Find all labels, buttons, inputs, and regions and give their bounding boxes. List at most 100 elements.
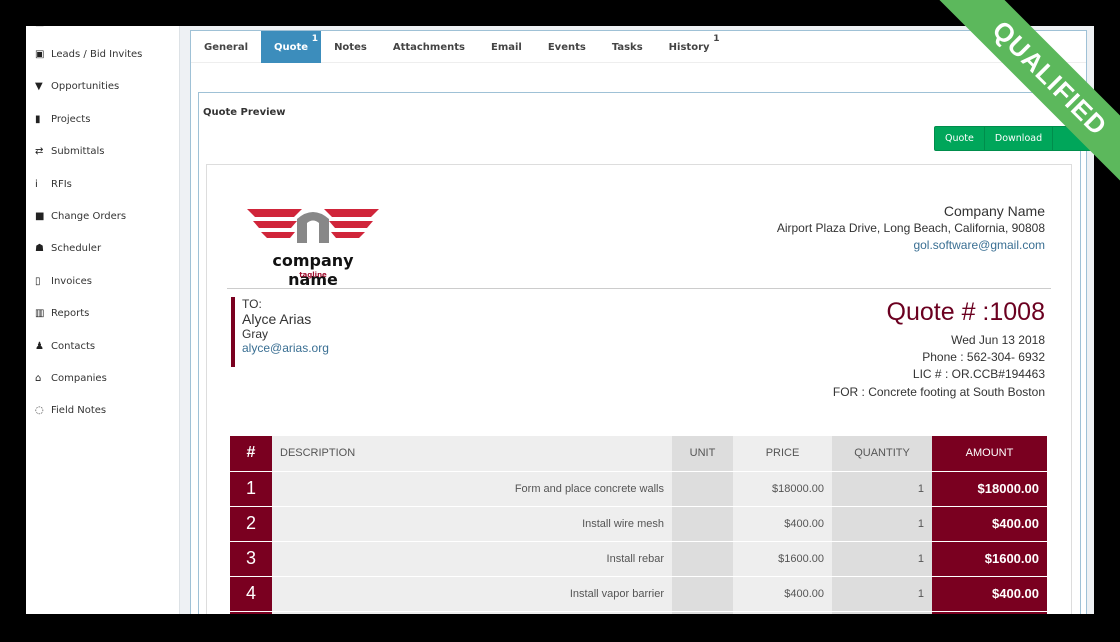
table-cell: Install vapor barrier	[272, 576, 672, 612]
table-cell: 1	[230, 471, 272, 507]
column-header: DESCRIPTION	[272, 436, 672, 472]
quote-license: LIC # : OR.CCB#194463	[912, 367, 1045, 381]
sidebar-item-label: RFIs	[51, 178, 72, 190]
sidebar-item-label: Scheduler	[51, 243, 102, 255]
sidebar-item-rfis[interactable]: i RFIs	[35, 175, 72, 193]
logo-tagline: tagline	[299, 271, 327, 279]
panel-title: Quote Preview	[203, 107, 286, 118]
sidebar-item-change-orders[interactable]: ■ Change Orders	[35, 207, 126, 225]
tab-badge: 1	[311, 34, 319, 44]
sidebar-item-companies[interactable]: ⌂ Companies	[35, 369, 107, 387]
column-header: #	[230, 436, 272, 472]
table-header-row: # DESCRIPTION UNIT PRICE QUANTITY AMOUNT	[230, 436, 1047, 472]
to-label: TO:	[242, 297, 262, 311]
sidebar-item-submittals[interactable]: ⇄ Submittals	[35, 143, 105, 161]
tab-general[interactable]: General	[191, 31, 261, 63]
company-email[interactable]: gol.software@gmail.com	[913, 238, 1045, 252]
quote-button[interactable]: Quote	[935, 127, 985, 150]
table-row: 3 Install rebar $1600.00 1 $1600.00	[230, 541, 1047, 577]
table-cell: $400.00	[733, 576, 832, 612]
quote-number: Quote # :1008	[886, 298, 1045, 326]
tab-notes[interactable]: Notes	[321, 31, 380, 63]
sidebar-item-dashboard[interactable]: ▦Dashboard	[35, 26, 105, 31]
folder-icon: ■	[35, 210, 45, 222]
column-header: AMOUNT	[932, 436, 1047, 472]
sidebar-item-field-notes[interactable]: ◌ Field Notes	[35, 402, 106, 420]
user-icon: ♟	[35, 340, 44, 352]
table-cell: 1	[832, 576, 932, 612]
table-cell: 1	[832, 471, 932, 507]
sidebar-item-reports[interactable]: ▥ Reports	[35, 305, 89, 323]
sidebar-item-label: Contacts	[51, 340, 96, 352]
quote-phone: Phone : 562-304- 6932	[922, 350, 1045, 364]
column-header: UNIT	[672, 436, 733, 472]
dashboard-icon: ▦	[35, 26, 51, 28]
table-cell	[672, 576, 733, 612]
table-cell: $400.00	[733, 506, 832, 542]
sidebar-item-opportunities[interactable]: ▼ Opportunities	[35, 78, 119, 96]
table-cell	[672, 506, 733, 542]
file-icon: ▯	[35, 275, 41, 287]
sidebar-item-scheduler[interactable]: ☗ Scheduler	[35, 240, 101, 258]
column-header: QUANTITY	[832, 436, 932, 472]
table-cell: $1600.00	[932, 541, 1047, 577]
caret-square-icon: ▣	[35, 48, 45, 60]
table-cell: 1	[832, 506, 932, 542]
table-row: 2 Install wire mesh $400.00 1 $400.00	[230, 506, 1047, 542]
sidebar-item-invoices[interactable]: ▯ Invoices	[35, 272, 92, 290]
company-name: Company Name	[943, 203, 1045, 219]
table-row: 1 Form and place concrete walls $18000.00 1…	[230, 471, 1047, 507]
sidebar-item-label: Submittals	[51, 146, 105, 158]
sidebar: ▦Dashboard ▣ Leads / Bid Invites ▼ Opportuni…	[26, 26, 180, 614]
recipient-email[interactable]: alyce@arias.org	[242, 341, 329, 355]
tab-label: General	[204, 42, 248, 53]
sidebar-item-projects[interactable]: ▮ Projects	[35, 110, 90, 128]
tab-label: Tasks	[611, 42, 643, 53]
tab-quote[interactable]: Quote 1	[261, 31, 322, 63]
sidebar-item-label: Projects	[51, 113, 91, 125]
sidebar-item-label: Field Notes	[51, 405, 107, 417]
table-cell: $400.00	[932, 576, 1047, 612]
divider	[227, 288, 1051, 289]
sidebar-item-label: Change Orders	[51, 210, 127, 222]
table-cell: $18000.00	[733, 471, 832, 507]
table-cell: Install wire mesh	[272, 506, 672, 542]
table-cell: $18000.00	[932, 471, 1047, 507]
tab-history[interactable]: History 1	[656, 31, 723, 63]
sidebar-item-label: Reports	[51, 308, 90, 320]
sidebar-item-leads-bid-invites[interactable]: ▣ Leads / Bid Invites	[35, 45, 142, 63]
tab-label: Quote	[274, 42, 309, 53]
table-cell: 2	[230, 506, 272, 542]
download-button[interactable]: Download	[985, 127, 1054, 150]
sidebar-item-label: Companies	[51, 372, 107, 384]
tab-label: Attachments	[392, 42, 465, 53]
tab-label: Events	[547, 42, 586, 53]
info-icon: i	[35, 178, 38, 190]
logo-name: company name	[272, 251, 354, 289]
sidebar-item-label: Opportunities	[51, 81, 120, 93]
tab-attachments[interactable]: Attachments	[380, 31, 478, 63]
quote-for: FOR : Concrete footing at South Boston	[832, 385, 1045, 399]
bank-icon: ⌂	[35, 372, 42, 384]
recipient-block: TO: Alyce Arias Gray alyce@arias.org	[231, 297, 329, 367]
quote-preview-panel: Quote Preview Quote Download company nam…	[198, 92, 1094, 614]
briefcase-icon: ▮	[35, 113, 41, 125]
table-cell: 4	[230, 576, 272, 612]
sidebar-item-contacts[interactable]: ♟ Contacts	[35, 337, 95, 355]
table-cell: Install rebar	[272, 541, 672, 577]
tab-bar: General Quote 1 Notes Attachments Email Events…	[191, 31, 1086, 63]
tab-badge: 1	[713, 34, 720, 44]
quote-document: company name tagline Company Name Airpor…	[206, 164, 1072, 614]
app-window: ▦Dashboard ▣ Leads / Bid Invites ▼ Opportuni…	[26, 26, 1094, 614]
column-header: PRICE	[733, 436, 832, 472]
tab-events[interactable]: Events	[535, 31, 599, 63]
tab-email[interactable]: Email	[478, 31, 535, 63]
comment-icon: ◌	[35, 405, 44, 417]
filter-icon: ▼	[35, 81, 43, 93]
table-cell	[672, 541, 733, 577]
sidebar-item-label: Invoices	[51, 275, 92, 287]
tab-tasks[interactable]: Tasks	[599, 31, 656, 63]
table-cell: Form and place concrete walls	[272, 471, 672, 507]
bar-chart-icon: ▥	[35, 308, 45, 320]
tab-label: Email	[490, 42, 522, 53]
